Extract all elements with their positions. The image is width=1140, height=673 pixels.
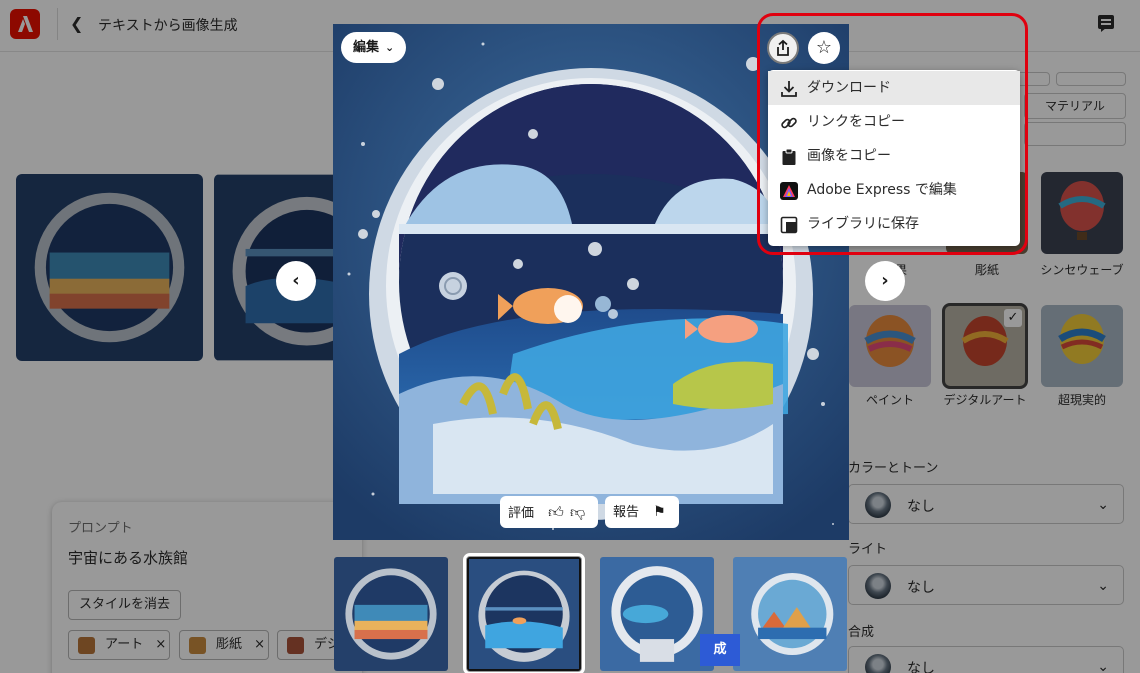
chevron-left-icon: ‹ (292, 270, 300, 291)
variation-strip-thumbnail[interactable] (600, 557, 714, 671)
previous-button[interactable]: ‹ (276, 261, 316, 301)
edit-overlay-button[interactable]: 成 (700, 634, 740, 666)
chevron-right-icon: › (881, 270, 889, 291)
thumbs-down-icon[interactable]: 👎︎ (570, 503, 585, 521)
rate-control: 評価 👍︎ 👎︎ (500, 496, 598, 528)
variation-strip-thumbnail[interactable] (334, 557, 448, 671)
edit-dropdown-button[interactable]: 編集 ⌄ (341, 32, 407, 63)
report-button[interactable]: 報告 ⚑ (605, 496, 679, 528)
variation-strip-thumbnail-selected[interactable] (463, 553, 585, 673)
annotation-highlight (757, 13, 1028, 255)
edit-label: 編集 (353, 40, 380, 55)
flag-icon: ⚑ (653, 504, 666, 520)
report-label: 報告 (613, 505, 640, 520)
variation-strip-thumbnail[interactable] (733, 557, 847, 671)
thumbs-up-icon[interactable]: 👍︎ (548, 503, 564, 521)
next-button[interactable]: › (865, 261, 905, 301)
rate-label: 評価 (508, 506, 535, 521)
chevron-down-icon: ⌄ (385, 41, 395, 54)
